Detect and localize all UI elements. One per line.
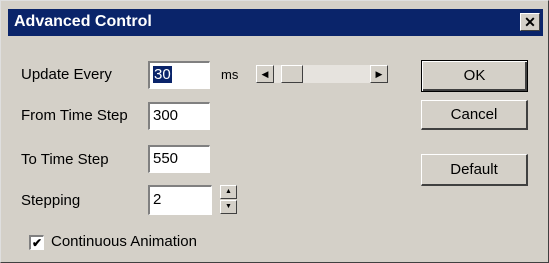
update-every-value: 30 xyxy=(153,66,172,83)
ok-button[interactable]: OK xyxy=(421,60,528,92)
window-title: Advanced Control xyxy=(14,13,152,30)
slider-left-arrow-button[interactable]: ◀ xyxy=(256,65,274,83)
from-time-step-label: From Time Step xyxy=(21,107,128,124)
ms-unit-label: ms xyxy=(221,67,239,82)
stepping-label: Stepping xyxy=(21,192,81,209)
cancel-button[interactable]: Cancel xyxy=(421,100,528,130)
to-time-step-label: To Time Step xyxy=(21,151,109,168)
default-button[interactable]: Default xyxy=(421,154,528,186)
stepping-input[interactable]: 2 xyxy=(148,185,212,215)
close-icon: ✕ xyxy=(524,14,536,30)
spin-down-icon: ▼ xyxy=(225,203,232,210)
title-bar: Advanced Control ✕ xyxy=(8,9,543,36)
spin-up-icon: ▲ xyxy=(225,188,232,195)
to-time-step-input[interactable]: 550 xyxy=(148,145,210,173)
continuous-animation-checkbox[interactable]: ✔ xyxy=(29,235,44,250)
slider-right-arrow-button[interactable]: ▶ xyxy=(370,65,388,83)
close-button[interactable]: ✕ xyxy=(520,13,540,31)
left-arrow-icon: ◀ xyxy=(261,69,269,79)
continuous-animation-label: Continuous Animation xyxy=(51,233,197,250)
update-rate-slider-track[interactable] xyxy=(274,65,370,83)
update-every-label: Update Every xyxy=(21,66,112,83)
update-rate-slider-thumb[interactable] xyxy=(281,65,303,83)
stepping-up-button[interactable]: ▲ xyxy=(220,185,237,199)
checkmark-icon: ✔ xyxy=(31,236,43,250)
advanced-control-dialog: Advanced Control ✕ Update Every 30 ms ◀ … xyxy=(0,0,549,263)
stepping-down-button[interactable]: ▼ xyxy=(220,200,237,214)
update-every-input[interactable]: 30 xyxy=(148,61,210,89)
right-arrow-icon: ▶ xyxy=(375,69,383,79)
from-time-step-input[interactable]: 300 xyxy=(148,102,210,130)
